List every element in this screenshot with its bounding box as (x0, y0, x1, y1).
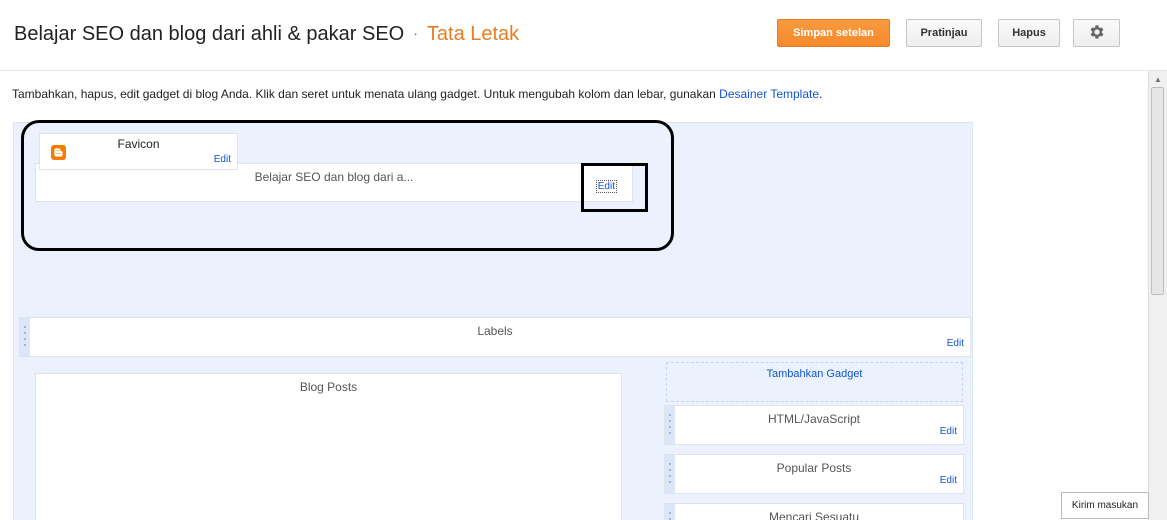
title-separator: · (413, 25, 418, 41)
blog-title: Belajar SEO dan blog dari ahli & pakar S… (14, 23, 405, 45)
settings-button[interactable] (1073, 19, 1120, 47)
layout-canvas: Belajar SEO dan blog dari a... Edit Favi… (13, 120, 973, 520)
labels-title: Labels (477, 324, 513, 338)
highlight-edit-box (581, 163, 648, 212)
gadget-title: Popular Posts (776, 461, 852, 475)
labels-gadget[interactable]: Labels Edit (19, 317, 971, 357)
blog-posts-title: Blog Posts (299, 380, 358, 394)
save-settings-button[interactable]: Simpan setelan (777, 19, 890, 47)
gear-icon (1088, 23, 1106, 44)
delete-button[interactable]: Hapus (998, 19, 1060, 47)
section-title: Tata Letak (426, 23, 520, 45)
sidebar-gadget-search[interactable]: Mencari Sesuatu (664, 503, 964, 520)
page-title: Belajar SEO dan blog dari ahli & pakar S… (14, 23, 519, 46)
gadget-edit-link[interactable]: Edit (940, 426, 957, 437)
blog-posts-gadget[interactable]: Blog Posts (35, 373, 622, 520)
gadget-title: Mencari Sesuatu (768, 510, 860, 520)
preview-button[interactable]: Pratinjau (906, 19, 982, 47)
scroll-up-icon[interactable]: ▲ (1149, 71, 1167, 88)
labels-edit-link[interactable]: Edit (947, 338, 964, 349)
sidebar-gadget-popular-posts[interactable]: Popular Posts Edit (664, 454, 964, 494)
vertical-scrollbar[interactable]: ▲ (1148, 71, 1167, 520)
gadget-edit-link[interactable]: Edit (940, 475, 957, 486)
intro-text: Tambahkan, hapus, edit gadget di blog An… (12, 87, 823, 101)
add-gadget-button[interactable]: Tambahkan Gadget (666, 362, 963, 402)
highlight-rounded-box (21, 120, 674, 251)
gadget-title: HTML/JavaScript (767, 412, 861, 426)
layout-content: Tambahkan, hapus, edit gadget di blog An… (0, 71, 1148, 520)
top-bar: Belajar SEO dan blog dari ahli & pakar S… (0, 0, 1167, 71)
sidebar-gadget-html-javascript[interactable]: HTML/JavaScript Edit (664, 405, 964, 445)
send-feedback-button[interactable]: Kirim masukan (1061, 492, 1149, 519)
scrollbar-thumb[interactable] (1151, 87, 1164, 295)
template-designer-link[interactable]: Desainer Template (719, 87, 819, 101)
